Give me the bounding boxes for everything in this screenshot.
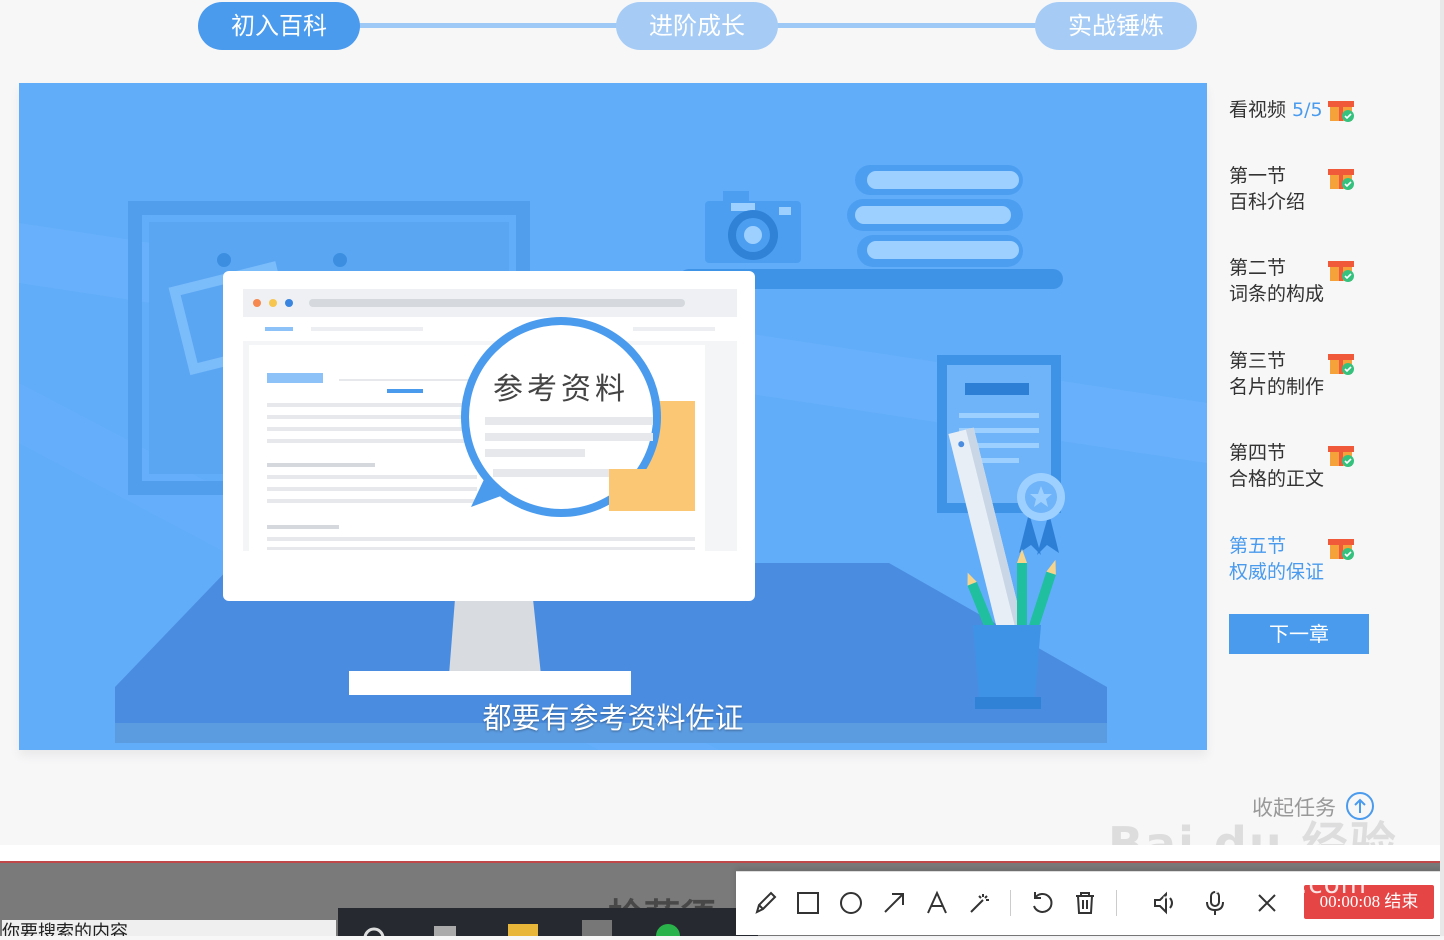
section-1-title: 百科介绍 (1229, 191, 1306, 213)
gift-icon (1328, 101, 1354, 122)
watch-video-label: 看视频 (1229, 99, 1287, 121)
gift-icon (1328, 539, 1354, 560)
window-edge (1440, 0, 1444, 936)
section-5[interactable]: 第五节 权威的保证 (1229, 533, 1324, 585)
gift-icon (1328, 169, 1354, 190)
step-advanced[interactable]: 进阶成长 (616, 2, 778, 50)
section-1[interactable]: 第一节 百科介绍 (1229, 163, 1305, 215)
progress-stepper: 初入百科 进阶成长 实战锤炼 (0, 0, 1444, 60)
watch-video-task[interactable]: 看视频 5/5 (1229, 95, 1323, 122)
step-beginner[interactable]: 初入百科 (198, 2, 360, 50)
next-chapter-button[interactable]: 下一章 (1229, 614, 1369, 654)
section-5-number: 第五节 (1229, 535, 1287, 557)
video-progress-count: 5/5 (1292, 99, 1323, 121)
stepper-track (776, 23, 1036, 28)
step-practice[interactable]: 实战锤炼 (1035, 2, 1197, 50)
section-4[interactable]: 第四节 合格的正文 (1229, 440, 1324, 492)
background-search-hint: 你要搜索的内容 (2, 920, 336, 936)
section-3-title: 名片的制作 (1229, 376, 1325, 398)
circle-icon[interactable] (836, 888, 866, 918)
undo-icon[interactable] (1027, 888, 1057, 918)
section-3[interactable]: 第三节 名片的制作 (1229, 348, 1324, 400)
magic-wand-icon[interactable] (965, 888, 995, 918)
section-2[interactable]: 第二节 词条的构成 (1229, 255, 1324, 307)
camera-illustration (705, 191, 801, 263)
rectangle-icon[interactable] (793, 888, 823, 918)
bubble-text: 参考资料 (493, 372, 629, 407)
trash-icon[interactable] (1070, 888, 1100, 918)
gift-icon (1328, 354, 1354, 375)
gift-icon (1328, 446, 1354, 467)
stepper-track (358, 23, 618, 28)
taskbar-icons (363, 920, 680, 940)
video-subtitle: 都要有参考资料佐证 (482, 701, 744, 735)
section-5-title: 权威的保证 (1229, 561, 1325, 583)
toolbar-divider (1010, 890, 1011, 916)
section-4-title: 合格的正文 (1229, 468, 1325, 490)
page-bottom-strip (0, 845, 1444, 862)
section-4-number: 第四节 (1229, 442, 1287, 464)
video-player[interactable]: 参考资料 都要有参考资料佐证 (19, 83, 1207, 750)
section-3-number: 第三节 (1229, 350, 1287, 372)
pencil-icon[interactable] (750, 888, 780, 918)
watermark-url: jingyan.baidu.com (1110, 870, 1367, 900)
text-icon[interactable] (922, 888, 952, 918)
section-1-number: 第一节 (1229, 165, 1287, 187)
arrow-icon[interactable] (879, 888, 909, 918)
section-2-number: 第二节 (1229, 257, 1287, 279)
taskbar (338, 908, 758, 940)
video-frame-illustration: 参考资料 (19, 165, 1207, 750)
gift-icon (1328, 261, 1354, 282)
section-2-title: 词条的构成 (1229, 283, 1325, 305)
end-recording-label: 结束 (1384, 892, 1419, 911)
